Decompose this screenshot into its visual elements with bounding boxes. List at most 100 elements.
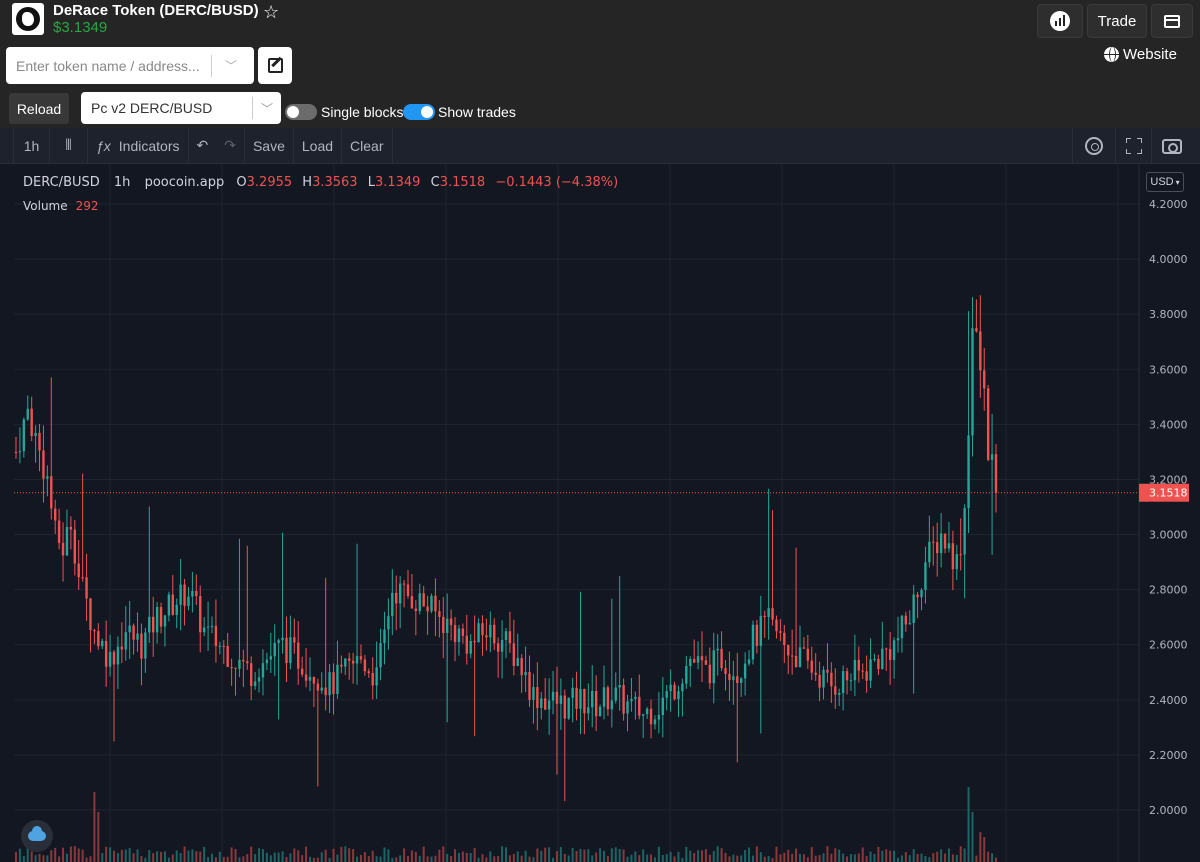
candle-body bbox=[579, 689, 582, 709]
candle-body bbox=[128, 625, 131, 633]
candle-body bbox=[434, 595, 437, 612]
show-trades-toggle[interactable] bbox=[403, 104, 435, 120]
volume-bar bbox=[755, 846, 758, 862]
chart-stats-button[interactable] bbox=[1037, 4, 1083, 38]
last-price-label: 3.1518 bbox=[1149, 487, 1188, 500]
interval-button[interactable]: 1h bbox=[14, 127, 50, 164]
candle-body bbox=[975, 328, 978, 332]
volume-bar bbox=[426, 856, 429, 862]
edit-button[interactable] bbox=[258, 47, 292, 84]
candle-body bbox=[771, 608, 774, 620]
reload-button[interactable]: Reload bbox=[9, 93, 69, 124]
volume-bar bbox=[316, 857, 319, 862]
single-blocks-toggle[interactable] bbox=[285, 104, 317, 120]
trade-button[interactable]: Trade bbox=[1087, 4, 1147, 38]
volume-bar bbox=[740, 855, 743, 862]
y-tick-label: 2.0000 bbox=[1149, 804, 1188, 817]
redo-button[interactable]: ↷ bbox=[216, 127, 245, 164]
candle-body bbox=[877, 658, 880, 669]
volume-bar bbox=[893, 850, 896, 862]
settings-button[interactable] bbox=[1072, 128, 1116, 164]
load-button[interactable]: Load bbox=[294, 127, 343, 164]
chart-container[interactable]: 4.2000 4.0000 3.8000 3.6000 3.4000 3.2000 3.00… bbox=[0, 127, 1200, 862]
legend-high-label: H bbox=[302, 175, 313, 190]
volume-bar bbox=[469, 853, 472, 862]
volume-bar bbox=[163, 851, 166, 862]
volume-bar bbox=[42, 855, 45, 862]
fullscreen-button[interactable] bbox=[1116, 128, 1152, 164]
pair-select[interactable]: Pc v2 DERC/BUSD ﹀ bbox=[81, 92, 281, 124]
volume-bar bbox=[555, 851, 558, 862]
candle-body bbox=[524, 671, 527, 676]
candle-body bbox=[951, 543, 955, 570]
volume-bar bbox=[834, 848, 837, 862]
volume-bar bbox=[579, 848, 582, 862]
candle-body bbox=[908, 623, 911, 625]
candle-type-button[interactable]: ⫴ bbox=[50, 127, 88, 164]
volume-bar bbox=[810, 847, 813, 862]
tradingview-logo[interactable] bbox=[21, 820, 53, 852]
chevron-down-icon[interactable]: ﹀ bbox=[212, 57, 250, 74]
candle-body bbox=[136, 633, 139, 640]
candle-body bbox=[787, 645, 790, 656]
candle-body bbox=[273, 642, 276, 657]
candle-body bbox=[246, 661, 249, 664]
token-search[interactable]: ﹀ bbox=[6, 47, 254, 84]
save-button[interactable]: Save bbox=[245, 127, 294, 164]
volume-bar bbox=[473, 848, 476, 862]
volume-bar bbox=[171, 854, 174, 862]
volume-bar bbox=[779, 854, 782, 862]
candle-body bbox=[426, 606, 429, 612]
candle-body bbox=[794, 655, 798, 667]
candle-body bbox=[461, 628, 465, 636]
candle-body bbox=[320, 687, 323, 691]
screenshot-button[interactable] bbox=[1152, 128, 1192, 164]
volume-bar bbox=[58, 856, 61, 862]
candle-body bbox=[932, 541, 935, 543]
candle-body bbox=[144, 632, 147, 659]
chevron-down-icon[interactable]: ﹀ bbox=[253, 100, 281, 117]
legend-close-label: C bbox=[430, 175, 440, 190]
candle-body bbox=[410, 596, 414, 609]
volume-bar bbox=[704, 849, 707, 862]
candle-body bbox=[571, 687, 574, 698]
indicators-button[interactable]: ƒx Indicators bbox=[88, 127, 189, 164]
candle-body bbox=[516, 658, 519, 666]
candle-body bbox=[187, 596, 190, 606]
volume-bar bbox=[536, 848, 539, 862]
candle-body bbox=[724, 668, 727, 674]
candle-body bbox=[285, 637, 288, 664]
volume-bar bbox=[175, 850, 178, 862]
candle-body bbox=[845, 671, 849, 681]
candlestick-chart[interactable]: 4.20004.00003.80003.60003.40003.20003.00… bbox=[0, 128, 1200, 862]
candle-body bbox=[163, 615, 167, 627]
wallet-button[interactable] bbox=[1151, 4, 1193, 38]
volume-bar bbox=[203, 846, 206, 862]
token-search-input[interactable] bbox=[6, 47, 211, 84]
currency-selector[interactable]: USD ▾ bbox=[1146, 172, 1184, 192]
candle-body bbox=[344, 658, 347, 667]
candle-body bbox=[69, 526, 73, 530]
volume-bar bbox=[403, 848, 406, 862]
website-link[interactable]: Website bbox=[1104, 46, 1177, 63]
candle-body bbox=[293, 637, 296, 643]
volume-bar bbox=[97, 812, 100, 862]
volume-label: Volume bbox=[23, 199, 68, 213]
volume-bar bbox=[199, 851, 202, 862]
volume-bar bbox=[944, 853, 947, 862]
function-icon: ƒx bbox=[96, 137, 111, 154]
volume-bar bbox=[799, 854, 801, 862]
candle-body bbox=[994, 454, 998, 493]
undo-button[interactable]: ↶ bbox=[189, 128, 217, 164]
volume-bar bbox=[614, 847, 617, 862]
candle-body bbox=[226, 646, 229, 668]
redo-icon: ↷ bbox=[224, 137, 236, 153]
volume-bar bbox=[865, 856, 868, 862]
volume-bar bbox=[352, 849, 355, 862]
clear-button[interactable]: Clear bbox=[342, 127, 393, 164]
volume-bar bbox=[677, 851, 680, 862]
volume-bar bbox=[336, 854, 339, 862]
candle-body bbox=[218, 645, 222, 647]
candle-body bbox=[830, 672, 833, 687]
favorite-star-icon[interactable]: ☆ bbox=[263, 2, 279, 23]
